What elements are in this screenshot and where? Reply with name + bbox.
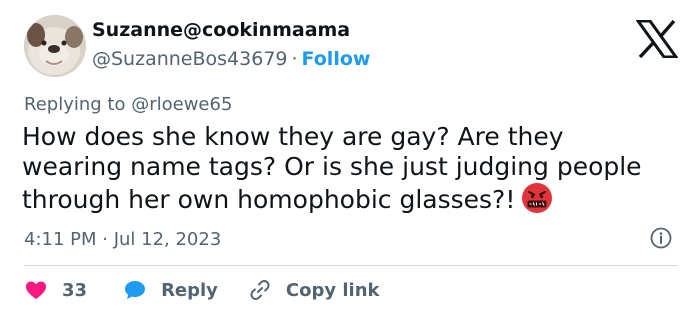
- follow-button[interactable]: Follow: [302, 48, 371, 70]
- author-handle[interactable]: @SuzanneBos43679: [92, 48, 288, 70]
- copy-link-label: Copy link: [285, 279, 380, 301]
- separator-dot: ·: [291, 48, 298, 70]
- author-display-name[interactable]: Suzanne@cookinmaama: [92, 19, 350, 41]
- x-logo-icon[interactable]: [636, 20, 678, 58]
- info-icon[interactable]: [650, 227, 672, 249]
- avatar[interactable]: [24, 15, 86, 77]
- tweet-text: How does she know they are gay? Are they…: [22, 122, 692, 215]
- heart-icon: [26, 281, 46, 299]
- reply-mention-link[interactable]: @rloewe65: [131, 94, 232, 115]
- angry-swearing-emoji-icon: [522, 183, 553, 213]
- copy-link-button[interactable]: Copy link: [248, 278, 380, 302]
- divider: [24, 265, 678, 266]
- like-button[interactable]: 33: [24, 278, 87, 302]
- reply-label: Reply: [161, 279, 218, 301]
- tweet-timestamp[interactable]: 4:11 PM · Jul 12, 2023: [24, 229, 221, 250]
- reply-context: Replying to @rloewe65: [24, 94, 232, 115]
- reply-button[interactable]: Reply: [123, 278, 218, 302]
- speech-bubble-icon: [125, 281, 146, 299]
- tweet-actions: 33 Reply Copy link: [24, 276, 380, 304]
- bulldog-avatar-image: [24, 15, 86, 77]
- like-count: 33: [62, 279, 88, 301]
- link-icon: [250, 280, 270, 300]
- reply-context-prefix: Replying to: [24, 94, 126, 115]
- author-handle-row: @SuzanneBos43679 · Follow: [92, 48, 370, 70]
